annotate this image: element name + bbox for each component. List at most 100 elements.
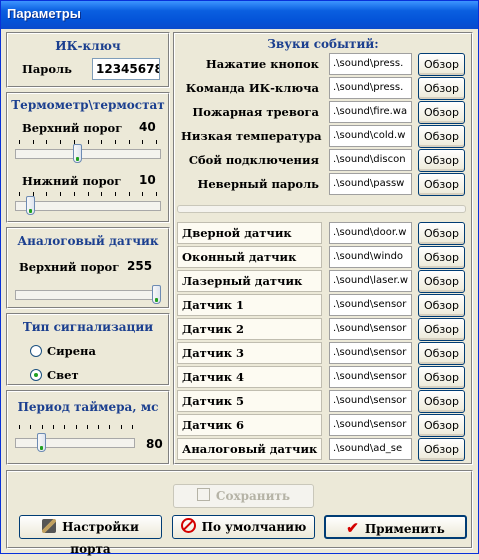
sensor-sound-path[interactable]: .\sound\sensor [329,390,412,412]
sensor-sound-path[interactable]: .\sound\door.w [329,222,412,244]
slider-tick [19,425,20,429]
slider-tick [142,140,143,144]
slider-tick [115,192,116,196]
timer-ticks [19,425,133,429]
sensor-label: Лазерный датчик [177,270,322,292]
slider-tick [19,192,20,196]
light-label[interactable]: Свет [47,368,79,382]
sensor-label: Датчик 3 [177,342,322,364]
sensor-sound-path[interactable]: .\sound\sensor [329,342,412,364]
slider-tick [129,140,130,144]
browse-button[interactable]: Обзор [418,318,465,341]
slider-tick [76,425,77,429]
password-input[interactable]: 12345678 [92,58,160,80]
event-sound-path[interactable]: .\sound\press. [329,77,412,99]
event-sound-path[interactable]: .\sound\press. [329,53,412,75]
slider-tick [33,192,34,196]
slider-tick [115,140,116,144]
browse-button[interactable]: Обзор [418,438,465,461]
browse-button[interactable]: Обзор [418,270,465,293]
browse-button[interactable]: Обзор [418,342,465,365]
event-sound-path[interactable]: .\sound\fire.wa [329,101,412,123]
save-label: Сохранить [215,489,291,503]
timer-period-group: Период таймера, мс 80 [6,390,170,465]
sensor-sound-path[interactable]: .\sound\ad_se [329,438,412,460]
sensor-sound-path[interactable]: .\sound\sensor [329,414,412,436]
lower-threshold-label: Нижний порог [22,174,122,188]
event-sound-path[interactable]: .\sound\passw [329,173,412,195]
browse-button[interactable]: Обзор [418,294,465,317]
alarm-type-title: Тип сигнализации [22,320,154,334]
slider-tick [60,192,61,196]
sensor-label: Датчик 1 [177,294,322,316]
sensor-label: Датчик 6 [177,414,322,436]
sensor-sound-path[interactable]: .\sound\sensor [329,366,412,388]
slider-tick [142,192,143,196]
slider-tick [60,140,61,144]
slider-tick [121,425,122,429]
event-sound-path[interactable]: .\sound\cold.w [329,125,412,147]
slider-tick [64,425,65,429]
sensor-sound-path[interactable]: .\sound\windo [329,246,412,268]
analog-sensor-title: Аналоговый датчик [17,234,159,248]
browse-button[interactable]: Обзор [418,173,465,196]
lower-threshold-track [15,201,161,211]
lower-threshold-ticks [19,192,157,196]
analog-upper-track [15,290,161,300]
apply-button[interactable]: ✔ Применить [324,515,467,539]
event-label: Сбой подключения [188,153,319,167]
sensor-label: Аналоговый датчик [177,438,322,460]
slider-tick [101,192,102,196]
analog-sensor-group: Аналоговый датчик Верхний порог 255 [6,227,170,309]
slider-tick [33,140,34,144]
siren-label[interactable]: Сирена [47,344,96,358]
browse-button[interactable]: Обзор [418,222,465,245]
browse-button[interactable]: Обзор [418,77,465,100]
sensor-sound-path[interactable]: .\sound\sensor [329,294,412,316]
lower-threshold-slider[interactable] [26,196,35,215]
thermometer-title: Термометр\термостат [11,98,165,112]
upper-threshold-track [15,149,161,159]
analog-upper-slider[interactable] [152,285,161,304]
no-entry-icon [180,518,196,533]
sensor-label: Датчик 4 [177,366,322,388]
title-bar[interactable]: Параметры [1,1,478,29]
slider-tick [42,425,43,429]
siren-radio[interactable] [30,345,42,357]
thermometer-group: Термометр\термостат Верхний порог 40 Ниж… [6,92,170,223]
browse-button[interactable]: Обзор [418,53,465,76]
browse-button[interactable]: Обзор [418,390,465,413]
upper-threshold-slider[interactable] [73,144,82,163]
event-sound-path[interactable]: .\sound\discon [329,149,412,171]
browse-button[interactable]: Обзор [418,366,465,389]
browse-button[interactable]: Обзор [418,125,465,148]
apply-label: Применить [364,522,445,536]
browse-button[interactable]: Обзор [418,101,465,124]
sensor-label: Оконный датчик [177,246,322,268]
sounds-separator [177,205,466,213]
slider-tick [74,192,75,196]
port-settings-label: Настройки порта [62,520,139,556]
checkmark-icon: ✔ [346,519,359,537]
timer-slider[interactable] [37,433,46,452]
analog-upper-label: Верхний порог [19,260,120,274]
port-settings-button[interactable]: Настройки порта [19,515,162,556]
slider-tick [87,425,88,429]
sensor-sound-path[interactable]: .\sound\sensor [329,318,412,340]
browse-button[interactable]: Обзор [418,149,465,172]
light-radio[interactable] [30,369,42,381]
browse-button[interactable]: Обзор [418,246,465,269]
sensor-label: Дверной датчик [177,222,322,244]
sensor-label: Датчик 5 [177,390,322,412]
save-button[interactable]: Сохранить [173,484,314,508]
defaults-button[interactable]: По умолчанию [172,515,315,539]
sensor-label: Датчик 2 [177,318,322,340]
slider-tick [132,425,133,429]
ir-key-group: ИК-ключ Пароль 12345678 [6,32,170,88]
slider-tick [88,140,89,144]
ir-key-title: ИК-ключ [55,39,121,53]
browse-button[interactable]: Обзор [418,414,465,437]
slider-tick [109,425,110,429]
slider-tick [46,140,47,144]
sensor-sound-path[interactable]: .\sound\laser.w [329,270,412,292]
